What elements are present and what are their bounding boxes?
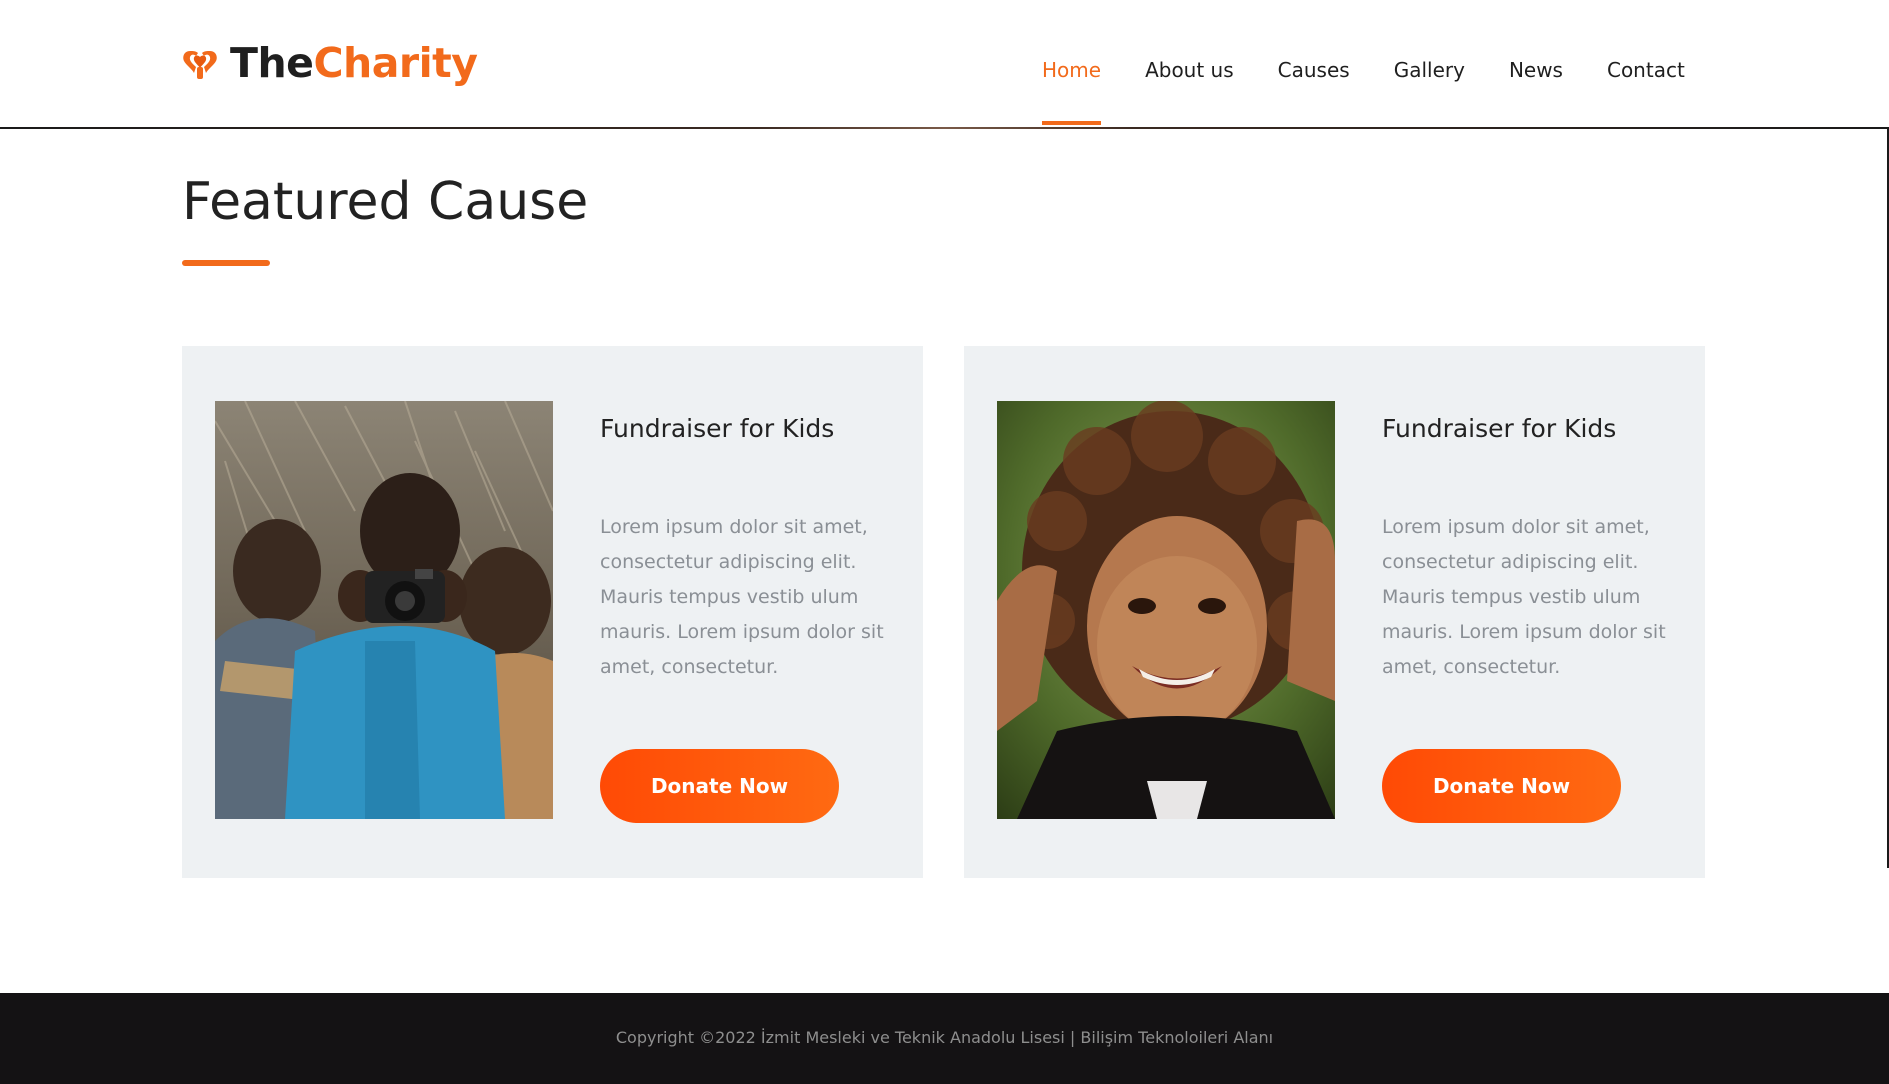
copyright-text: Copyright ©2022 İzmit Mesleki ve Teknik …: [615, 1028, 1274, 1047]
cause-description: Lorem ipsum dolor sit amet, consectetur …: [600, 516, 884, 678]
cause-card: Fundraiser for Kids Lorem ipsum dolor si…: [964, 346, 1705, 878]
main-nav: Home About us Causes Gallery News Contac…: [1042, 58, 1685, 125]
nav-item-causes[interactable]: Causes: [1278, 58, 1350, 82]
smiling-girl-image: [997, 401, 1335, 819]
cause-title: Fundraiser for Kids: [600, 414, 835, 443]
cause-title: Fundraiser for Kids: [1382, 414, 1617, 443]
nav-item-contact[interactable]: Contact: [1607, 58, 1685, 82]
cause-photo-kids-camera: [215, 401, 553, 819]
section-title-underline: [182, 260, 270, 266]
brand-logo[interactable]: TheCharity: [180, 38, 478, 88]
cause-photo-smiling-girl: [997, 401, 1335, 819]
cause-description: Lorem ipsum dolor sit amet, consectetur …: [1382, 516, 1666, 678]
nav-item-home[interactable]: Home: [1042, 58, 1102, 125]
brand-name: TheCharity: [230, 42, 478, 84]
donate-now-button[interactable]: Donate Now: [1382, 749, 1621, 823]
section-title: Featured Cause: [182, 172, 589, 232]
nav-item-about-us[interactable]: About us: [1145, 58, 1234, 82]
nav-item-news[interactable]: News: [1509, 58, 1563, 82]
header-divider: [0, 127, 1889, 129]
nav-item-gallery[interactable]: Gallery: [1394, 58, 1465, 82]
donate-now-button[interactable]: Donate Now: [600, 749, 839, 823]
site-header: TheCharity Home About us Causes Gallery …: [0, 0, 1889, 128]
brand-name-part2: Charity: [313, 38, 478, 87]
kids-with-camera-image: [215, 401, 553, 819]
site-footer: Copyright ©2022 İzmit Mesleki ve Teknik …: [0, 993, 1889, 1084]
brand-name-part1: The: [230, 38, 314, 87]
cause-card: Fundraiser for Kids Lorem ipsum dolor si…: [182, 346, 923, 878]
heart-hands-icon: [183, 51, 217, 79]
